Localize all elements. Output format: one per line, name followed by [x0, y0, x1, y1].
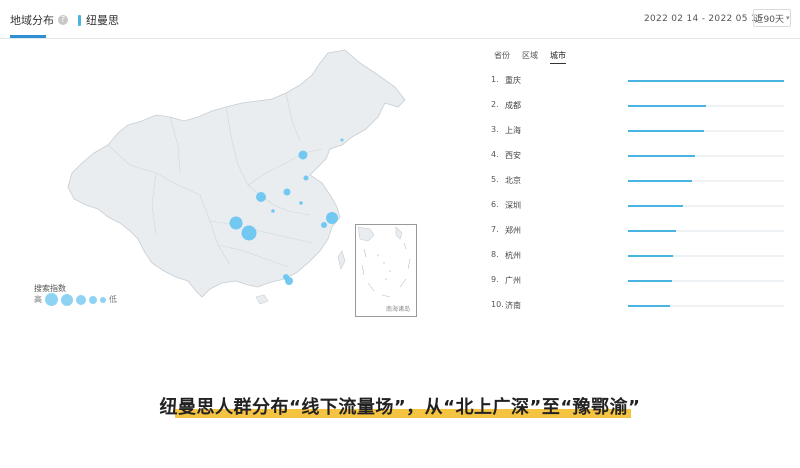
hainan-island	[255, 294, 269, 305]
scale-dot-4	[89, 295, 97, 304]
bubble-small-1[interactable]	[299, 201, 303, 205]
scale-low-label: 低	[109, 295, 117, 304]
ranking-city-name: 北京	[505, 176, 521, 185]
ranking-bar-fill	[628, 255, 674, 257]
ranking-city-name: 济南	[505, 301, 521, 310]
ranking-number: 8.	[491, 250, 499, 259]
top-bar: 地域分布 ? 纽曼思 2022 02 14 - 2022 05 15 近90天 …	[0, 0, 800, 39]
ranking-bar-track	[628, 155, 784, 157]
ranking-row: 2. 成都	[491, 100, 791, 112]
scale-dot-2	[61, 293, 73, 306]
ranking-city-name: 广州	[505, 276, 521, 285]
tab-city[interactable]: 城市	[550, 50, 566, 64]
ranking-bar-fill	[628, 305, 671, 307]
ranking-bar-fill	[628, 180, 692, 182]
ranking-number: 10.	[491, 300, 504, 309]
days-select-label: 近90天	[754, 14, 784, 25]
date-range: 2022 02 14 - 2022 05 15	[644, 14, 763, 24]
bubble-guangzhou[interactable]	[283, 274, 289, 280]
caption: 纽曼思人群分布“线下流量场”，从“北上广深”至“豫鄂渝”	[0, 393, 800, 419]
bubble-shanghai[interactable]	[326, 212, 338, 224]
bubble-jinan[interactable]	[303, 175, 309, 181]
days-select[interactable]: 近90天 ▾	[753, 9, 791, 27]
bubble-small-3[interactable]	[340, 138, 344, 142]
ranking-row: 9. 广州	[491, 275, 791, 287]
bubble-zhengzhou[interactable]	[283, 188, 291, 196]
taiwan-island	[337, 250, 346, 270]
ranking-bar-fill	[628, 130, 705, 132]
ranking-row: 7. 郑州	[491, 225, 791, 237]
ranking-bar-track	[628, 205, 784, 207]
ranking-number: 3.	[491, 125, 499, 134]
ranking-row: 5. 北京	[491, 175, 791, 187]
ranking-bar-fill	[628, 205, 683, 207]
series-legend: 纽曼思	[78, 12, 119, 28]
bubble-beijing[interactable]	[298, 150, 308, 160]
ranking-row: 8. 杭州	[491, 250, 791, 262]
ranking-city-name: 郑州	[505, 226, 521, 235]
ranking-bar-track	[628, 180, 784, 182]
ranking-bar-track	[628, 280, 784, 282]
ranking-city-name: 深圳	[505, 201, 521, 210]
bubble-small-2[interactable]	[271, 209, 275, 213]
inset-label: 南海诸岛	[386, 306, 411, 313]
scale-dot-5	[100, 296, 106, 303]
ranking-row: 10. 济南	[491, 300, 791, 312]
south-china-sea-inset: 南海诸岛	[355, 224, 417, 317]
bubble-xian[interactable]	[256, 192, 266, 202]
scale-dot-1	[45, 293, 58, 306]
help-icon[interactable]: ?	[58, 15, 68, 25]
ranking-number: 1.	[491, 75, 499, 84]
ranking-number: 7.	[491, 225, 499, 234]
ranking-city-name: 杭州	[505, 251, 521, 260]
ranking-bar-fill	[628, 280, 672, 282]
inset-map	[357, 226, 411, 298]
tab-region-distribution[interactable]: 地域分布 ?	[10, 12, 68, 28]
ranking-city-name: 西安	[505, 151, 521, 160]
ranking-tabs: 省份 区域 城市	[494, 50, 566, 64]
ranking-bar-fill	[628, 155, 696, 157]
ranking-number: 9.	[491, 275, 499, 284]
series-color-marker	[78, 14, 81, 26]
ranking-row: 1. 重庆	[491, 75, 791, 87]
ranking-bar-fill	[628, 80, 784, 82]
series-name: 纽曼思	[86, 14, 119, 27]
bubble-chengdu[interactable]	[229, 216, 243, 230]
scale-legend: 高 低	[34, 293, 117, 306]
ranking-bar-fill	[628, 230, 677, 232]
ranking-bar-track	[628, 80, 784, 82]
ranking-row: 3. 上海	[491, 125, 791, 137]
caption-text: 纽曼思人群分布“线下流量场”，从“北上广深”至“豫鄂渝”	[159, 397, 641, 418]
ranking-bar-track	[628, 305, 784, 307]
scale-dot-3	[76, 294, 86, 305]
ranking-bar-track	[628, 130, 784, 132]
ranking-number: 4.	[491, 150, 499, 159]
chevron-down-icon: ▾	[785, 14, 790, 22]
bubble-chongqing[interactable]	[241, 225, 257, 241]
ranking-bar-track	[628, 105, 784, 107]
ranking-city-name: 成都	[505, 101, 521, 110]
ranking-bar-fill	[628, 105, 706, 107]
bubble-hangzhou[interactable]	[321, 222, 327, 228]
tab-active-indicator	[10, 35, 46, 38]
tab-area[interactable]: 区域	[522, 50, 538, 64]
ranking-city-name: 重庆	[505, 76, 521, 85]
ranking-number: 2.	[491, 100, 499, 109]
ranking-number: 5.	[491, 175, 499, 184]
ranking-row: 6. 深圳	[491, 200, 791, 212]
ranking-bar-track	[628, 255, 784, 257]
ranking-number: 6.	[491, 200, 499, 209]
ranking-bar-track	[628, 230, 784, 232]
scale-high-label: 高	[34, 295, 42, 304]
ranking-row: 4. 西安	[491, 150, 791, 162]
tab-label: 地域分布	[10, 14, 54, 27]
tab-province[interactable]: 省份	[494, 50, 510, 64]
ranking-city-name: 上海	[505, 126, 521, 135]
